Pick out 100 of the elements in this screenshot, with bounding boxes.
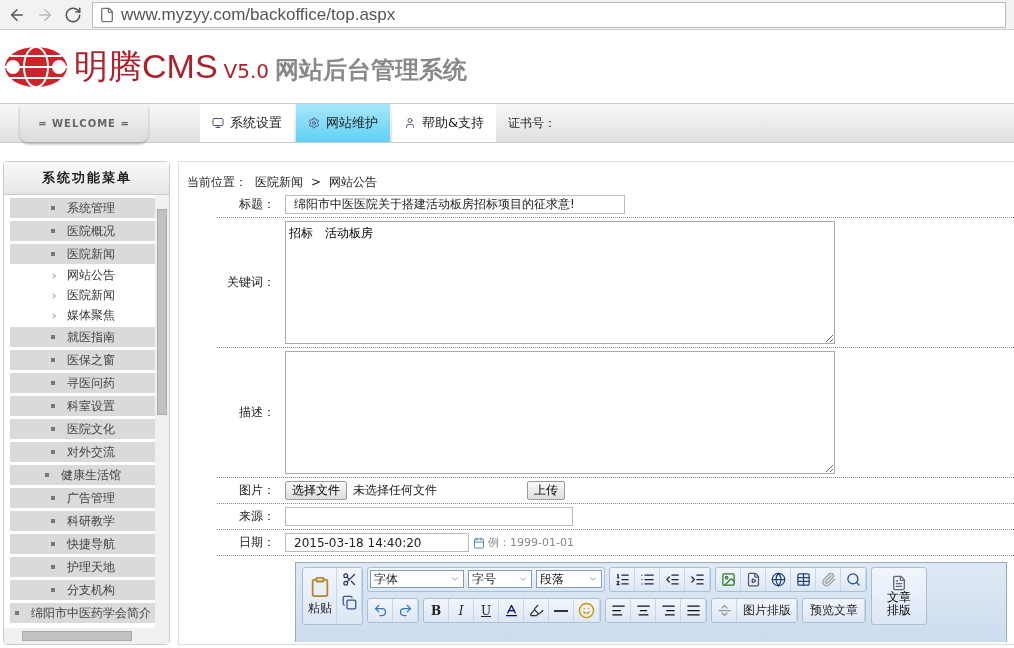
font-color-icon [503, 603, 519, 618]
field-label: 标题： [238, 196, 276, 213]
description-field[interactable] [285, 351, 835, 474]
align-left-icon [610, 603, 626, 618]
monitor-icon [212, 117, 224, 129]
format-button[interactable]: U [474, 599, 499, 622]
field-label: 来源： [238, 508, 276, 525]
highlighter-icon [528, 603, 544, 618]
outdent-icon [664, 572, 680, 587]
align-center-icon [635, 603, 651, 618]
menu-item[interactable]: 健康生活馆 [10, 465, 155, 485]
justify-icon [685, 603, 701, 618]
search-icon [845, 572, 861, 587]
format-button[interactable]: I [449, 599, 474, 622]
menu-item[interactable]: 医院文化 [10, 419, 155, 439]
title-field[interactable]: 绵阳市中医医院关于搭建活动板房招标项目的征求意! [285, 195, 625, 214]
bullet-icon [50, 404, 55, 408]
scissors-icon [341, 572, 357, 587]
certificate-label: 证书号： [508, 114, 557, 132]
address-bar[interactable]: www.myzyy.com/backoffice/top.aspx [92, 1, 1006, 28]
menu-item[interactable]: 医院新闻 [10, 244, 155, 264]
breadcrumb-label: 当前位置： [187, 173, 247, 191]
smiley-icon [578, 602, 595, 619]
page-break-icon [716, 603, 732, 618]
copy-icon [341, 595, 357, 610]
dropdown-icon [450, 574, 460, 584]
undo-icon [372, 603, 388, 618]
menu-item[interactable]: 护理天地 [10, 557, 155, 577]
bullet-icon [50, 381, 55, 385]
menu-item[interactable]: 快捷导航 [10, 534, 155, 554]
menu-item[interactable]: 医院概况 [10, 221, 155, 241]
bullet-icon [44, 473, 49, 477]
bullet-icon [50, 252, 55, 256]
menu-item[interactable]: 科研教学 [10, 511, 155, 531]
image-layout-button[interactable]: 图片排版 [737, 599, 797, 622]
menu-item[interactable]: 系统管理 [10, 198, 155, 218]
nav-tab[interactable]: 系统设置 [200, 104, 294, 142]
nav-tab[interactable]: 帮助&支持 [392, 104, 497, 142]
system-title: 网站后台管理系统 [275, 54, 468, 86]
format-button[interactable]: B [424, 599, 449, 622]
toolbar-select[interactable]: 段落 [536, 570, 602, 588]
paste-button[interactable]: 粘贴 [303, 568, 337, 624]
bullet-icon [14, 611, 19, 615]
menu-item[interactable]: 寻医问药 [10, 373, 155, 393]
menu-item[interactable]: 就医指南 [10, 327, 155, 347]
bullet-icon [50, 519, 55, 523]
menu-item[interactable]: 医保之窗 [10, 350, 155, 370]
menu-item[interactable]: 绵阳市中医药学会简介 [10, 603, 155, 623]
bullet-icon [50, 427, 55, 431]
globe-logo-icon [4, 45, 68, 88]
bullet-icon [50, 358, 55, 362]
article-layout-button[interactable]: 文章排版 [871, 567, 927, 625]
user-icon [404, 117, 416, 129]
bullet-list-icon [639, 572, 655, 587]
sidebar-title: 系统功能菜单 [4, 162, 169, 195]
dropdown-icon [518, 574, 528, 584]
breadcrumb-separator: > [311, 175, 322, 189]
image-icon [720, 572, 736, 587]
breadcrumb-link[interactable]: 医院新闻 [255, 173, 303, 191]
source-field[interactable] [285, 507, 573, 526]
bullet-icon [50, 335, 55, 339]
bullet-icon [50, 206, 55, 210]
menu-item[interactable]: 对外交流 [10, 442, 155, 462]
field-label: 日期： [238, 534, 276, 551]
keywords-field[interactable]: 招标 活动板房 [285, 221, 835, 344]
bullet-icon [50, 542, 55, 546]
globe-icon [770, 572, 786, 587]
submenu-item[interactable]: 网站公告 [10, 267, 155, 284]
toolbar-select[interactable]: 字号 [468, 570, 532, 588]
date-field[interactable]: 2015-03-18 14:40:20 [285, 533, 469, 552]
nav-tab[interactable]: 网站维护 [296, 104, 390, 142]
dropdown-icon [588, 574, 598, 584]
submenu-item[interactable]: 医院新闻 [10, 287, 155, 304]
menu-item[interactable]: 科室设置 [10, 396, 155, 416]
paperclip-icon [820, 572, 836, 587]
document-icon [891, 574, 907, 591]
menu-item[interactable]: 广告管理 [10, 488, 155, 508]
brand-name: 明腾CMS [74, 45, 218, 87]
vertical-scrollbar[interactable] [155, 195, 169, 628]
table-icon [795, 572, 811, 587]
indent-icon [689, 572, 705, 587]
upload-button[interactable]: 上传 [527, 481, 565, 500]
bullet-icon [50, 229, 55, 233]
preview-button[interactable]: 预览文章 [803, 599, 865, 622]
field-label: 描述： [238, 404, 276, 421]
field-label: 图片： [238, 482, 276, 499]
numbered-list-icon [614, 572, 630, 587]
media-file-icon [745, 572, 761, 587]
submenu-item[interactable]: 媒体聚焦 [10, 307, 155, 324]
menu-item[interactable]: 分支机构 [10, 580, 155, 600]
reload-icon [64, 5, 82, 24]
align-right-icon [660, 603, 676, 618]
redo-icon [397, 603, 413, 618]
bullet-icon [50, 588, 55, 592]
breadcrumb-link[interactable]: 网站公告 [329, 173, 378, 191]
choose-file-button[interactable]: 选择文件 [285, 481, 347, 500]
toolbar-select[interactable]: 字体 [370, 570, 464, 588]
gear-icon [308, 117, 320, 129]
horizontal-scrollbar[interactable] [4, 628, 169, 644]
welcome-button[interactable]: = WELCOME = [20, 104, 148, 142]
